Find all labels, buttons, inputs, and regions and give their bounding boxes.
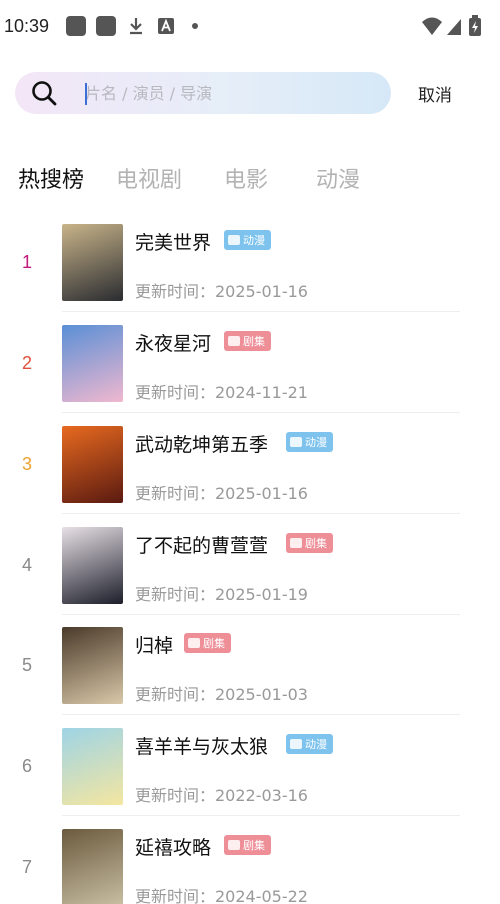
- status-time: 10:39: [4, 16, 50, 36]
- app-square-icon: [96, 16, 116, 36]
- divider: [62, 412, 460, 413]
- text-caret: [85, 83, 87, 105]
- battery-icon: [469, 15, 481, 36]
- list-item[interactable]: 6 喜羊羊与灰太狼 动漫更新时间：2022-03-16: [0, 716, 500, 816]
- badge-label: 剧集: [243, 839, 265, 852]
- tab-tv-series[interactable]: 电视剧: [116, 162, 182, 194]
- list-item[interactable]: 2 永夜星河 剧集更新时间：2024-11-21: [0, 313, 500, 413]
- rank-number: 7: [22, 857, 33, 877]
- badge-label: 剧集: [243, 335, 265, 348]
- tv-icon: [290, 739, 302, 749]
- badge-label: 剧集: [305, 537, 327, 550]
- rank-number: 5: [22, 655, 33, 675]
- tv-icon: [228, 235, 240, 245]
- download-icon: [130, 18, 142, 35]
- poster-thumbnail[interactable]: [62, 527, 123, 604]
- item-title: 武动乾坤第五季: [135, 434, 269, 456]
- list-item[interactable]: 5 归棹 剧集更新时间：2025-01-03: [0, 615, 500, 715]
- category-badge: 剧集: [224, 331, 271, 351]
- poster-thumbnail[interactable]: [62, 829, 123, 904]
- category-badge: 剧集: [224, 835, 271, 855]
- divider: [62, 513, 460, 514]
- translate-icon: [158, 18, 174, 34]
- badge-label: 动漫: [243, 234, 265, 247]
- rank-number: 1: [22, 252, 33, 272]
- tab-anime[interactable]: 动漫: [316, 162, 360, 194]
- updated-time: 更新时间：2022-03-16: [135, 786, 308, 805]
- divider: [62, 311, 460, 312]
- list-item[interactable]: 4 了不起的曹萱萱 剧集更新时间：2025-01-19: [0, 515, 500, 615]
- rank-number: 4: [22, 555, 33, 575]
- search-box[interactable]: [15, 72, 391, 114]
- updated-time: 更新时间：2025-01-03: [135, 685, 308, 704]
- cancel-button[interactable]: 取消: [418, 81, 452, 106]
- tv-icon: [290, 538, 302, 548]
- item-title: 延禧攻略: [135, 837, 212, 859]
- status-bar: 10:39: [0, 0, 500, 52]
- rank-number: 3: [22, 454, 33, 474]
- rank-number: 2: [22, 353, 33, 373]
- updated-time: 更新时间：2025-01-19: [135, 585, 308, 604]
- tv-icon: [228, 840, 240, 850]
- tv-icon: [188, 638, 200, 648]
- badge-label: 剧集: [203, 637, 225, 650]
- tab-movies[interactable]: 电影: [224, 162, 268, 194]
- list-item[interactable]: 3 武动乾坤第五季 动漫更新时间：2025-01-16: [0, 414, 500, 514]
- signal-icon: [447, 19, 461, 35]
- divider: [62, 815, 460, 816]
- rank-number: 6: [22, 756, 33, 776]
- poster-thumbnail[interactable]: [62, 224, 123, 301]
- item-title: 完美世界: [135, 232, 212, 254]
- item-title: 归棹: [135, 635, 174, 657]
- tv-icon: [228, 336, 240, 346]
- item-title: 永夜星河: [135, 333, 212, 355]
- poster-thumbnail[interactable]: [62, 426, 123, 503]
- app-square-icon: [66, 16, 86, 36]
- list-item[interactable]: 1 完美世界 动漫更新时间：2025-01-16: [0, 212, 500, 312]
- updated-time: 更新时间：2025-01-16: [135, 282, 308, 301]
- search-icon: [32, 81, 57, 106]
- category-badge: 剧集: [286, 533, 333, 553]
- item-title: 喜羊羊与灰太狼: [135, 736, 269, 758]
- divider: [62, 714, 460, 715]
- category-badge: 动漫: [286, 734, 333, 754]
- category-tabs: 热搜榜 电视剧 电影 动漫: [0, 162, 500, 202]
- search-input[interactable]: [85, 72, 375, 114]
- updated-time: 更新时间：2024-05-22: [135, 887, 308, 904]
- badge-label: 动漫: [305, 738, 327, 751]
- badge-label: 动漫: [305, 436, 327, 449]
- category-badge: 剧集: [184, 633, 231, 653]
- category-badge: 动漫: [286, 432, 333, 452]
- dot-icon: [192, 23, 198, 29]
- poster-thumbnail[interactable]: [62, 627, 123, 704]
- tv-icon: [290, 437, 302, 447]
- list-item[interactable]: 7 延禧攻略 剧集更新时间：2024-05-22: [0, 817, 500, 904]
- poster-thumbnail[interactable]: [62, 728, 123, 805]
- wifi-icon: [422, 17, 442, 35]
- item-title: 了不起的曹萱萱: [135, 535, 269, 557]
- updated-time: 更新时间：2024-11-21: [135, 383, 308, 402]
- tab-hot-search[interactable]: 热搜榜: [18, 162, 84, 194]
- category-badge: 动漫: [224, 230, 271, 250]
- poster-thumbnail[interactable]: [62, 325, 123, 402]
- updated-time: 更新时间：2025-01-16: [135, 484, 308, 503]
